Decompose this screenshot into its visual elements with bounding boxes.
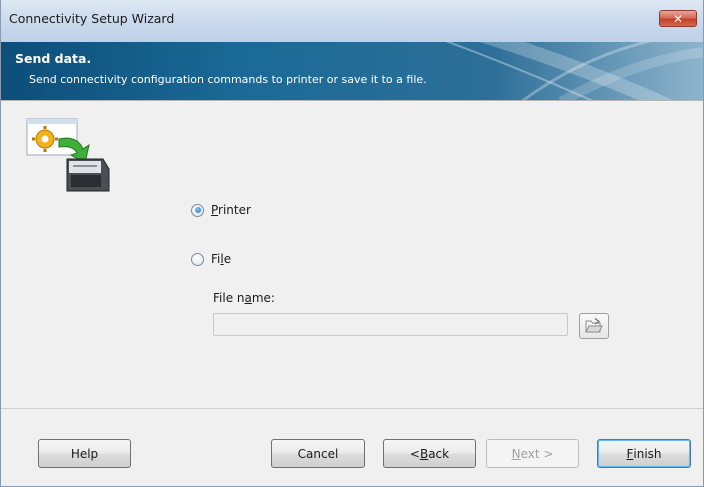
folder-open-icon bbox=[585, 318, 603, 333]
banner-divider bbox=[1, 100, 703, 101]
file-name-label: File name: bbox=[213, 291, 275, 305]
banner-title: Send data. bbox=[15, 51, 92, 66]
close-icon: ✕ bbox=[672, 12, 684, 26]
help-button[interactable]: Help bbox=[38, 439, 131, 468]
finish-button[interactable]: Finish bbox=[597, 439, 691, 468]
file-option[interactable]: File bbox=[191, 252, 231, 266]
close-button[interactable]: ✕ bbox=[659, 10, 697, 27]
next-button[interactable]: Next > bbox=[486, 439, 579, 468]
file-label: File bbox=[211, 252, 232, 266]
browse-button[interactable] bbox=[579, 313, 609, 339]
printer-radio[interactable] bbox=[191, 203, 204, 217]
printer-settings-icon bbox=[25, 117, 115, 201]
wizard-window: Connectivity Setup Wizard ✕ Send data. S… bbox=[0, 0, 704, 487]
window-title: Connectivity Setup Wizard bbox=[9, 11, 175, 26]
file-radio[interactable] bbox=[191, 252, 204, 266]
printer-option[interactable]: Printer bbox=[191, 203, 251, 217]
cancel-button[interactable]: Cancel bbox=[271, 439, 365, 468]
header-banner: Send data. Send connectivity configurati… bbox=[1, 42, 703, 100]
back-button[interactable]: < Back bbox=[383, 439, 476, 468]
file-name-field[interactable] bbox=[213, 313, 568, 336]
title-bar: Connectivity Setup Wizard ✕ bbox=[1, 0, 703, 42]
banner-subtitle: Send connectivity configuration commands… bbox=[29, 73, 427, 86]
printer-label: Printer bbox=[211, 203, 251, 217]
footer-divider bbox=[1, 408, 703, 409]
banner-decoration bbox=[445, 42, 703, 100]
